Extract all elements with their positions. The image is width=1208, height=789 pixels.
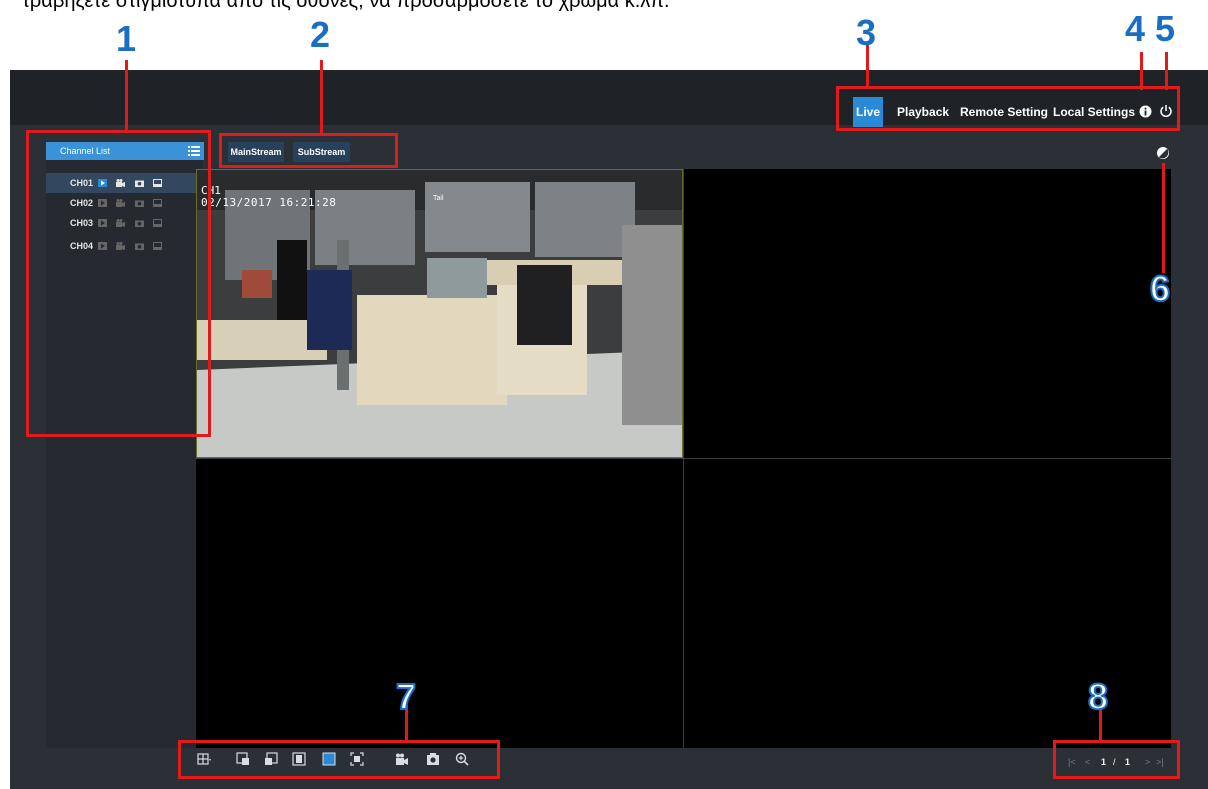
callout-line <box>1165 52 1168 90</box>
callout-number: 2 <box>310 14 331 55</box>
callout-number: 5 <box>1155 8 1176 49</box>
callout-line <box>125 60 128 132</box>
callout-number: 7 <box>395 675 417 718</box>
callout-number: 6 <box>1149 267 1171 310</box>
camera-scene <box>197 170 682 457</box>
caption-text: τραβήξετε στιγμιότυπα από τις οθόνες, να… <box>22 0 670 12</box>
callout-line <box>1162 163 1165 273</box>
callout-line <box>320 60 323 135</box>
callout-line <box>1140 52 1143 90</box>
camera-feed-ch1[interactable]: CH1 02/13/2017 16:21:28 Tail <box>196 169 683 458</box>
callout-number: 1 <box>116 18 137 59</box>
highlight-box-channel-list <box>26 130 211 437</box>
highlight-box-pagination <box>1053 740 1180 779</box>
camera-tag: Tail <box>433 195 444 202</box>
callout-number: 3 <box>856 12 877 53</box>
color-adjust-icon[interactable] <box>1156 146 1170 160</box>
camera-timestamp: 02/13/2017 16:21:28 <box>201 196 337 209</box>
callout-number: 8 <box>1087 675 1109 718</box>
grid-divider <box>196 458 1171 459</box>
highlight-box-nav <box>836 86 1180 131</box>
highlight-box-toolbar <box>178 740 500 779</box>
callout-number: 4 <box>1125 8 1146 49</box>
highlight-box-stream <box>219 133 398 168</box>
